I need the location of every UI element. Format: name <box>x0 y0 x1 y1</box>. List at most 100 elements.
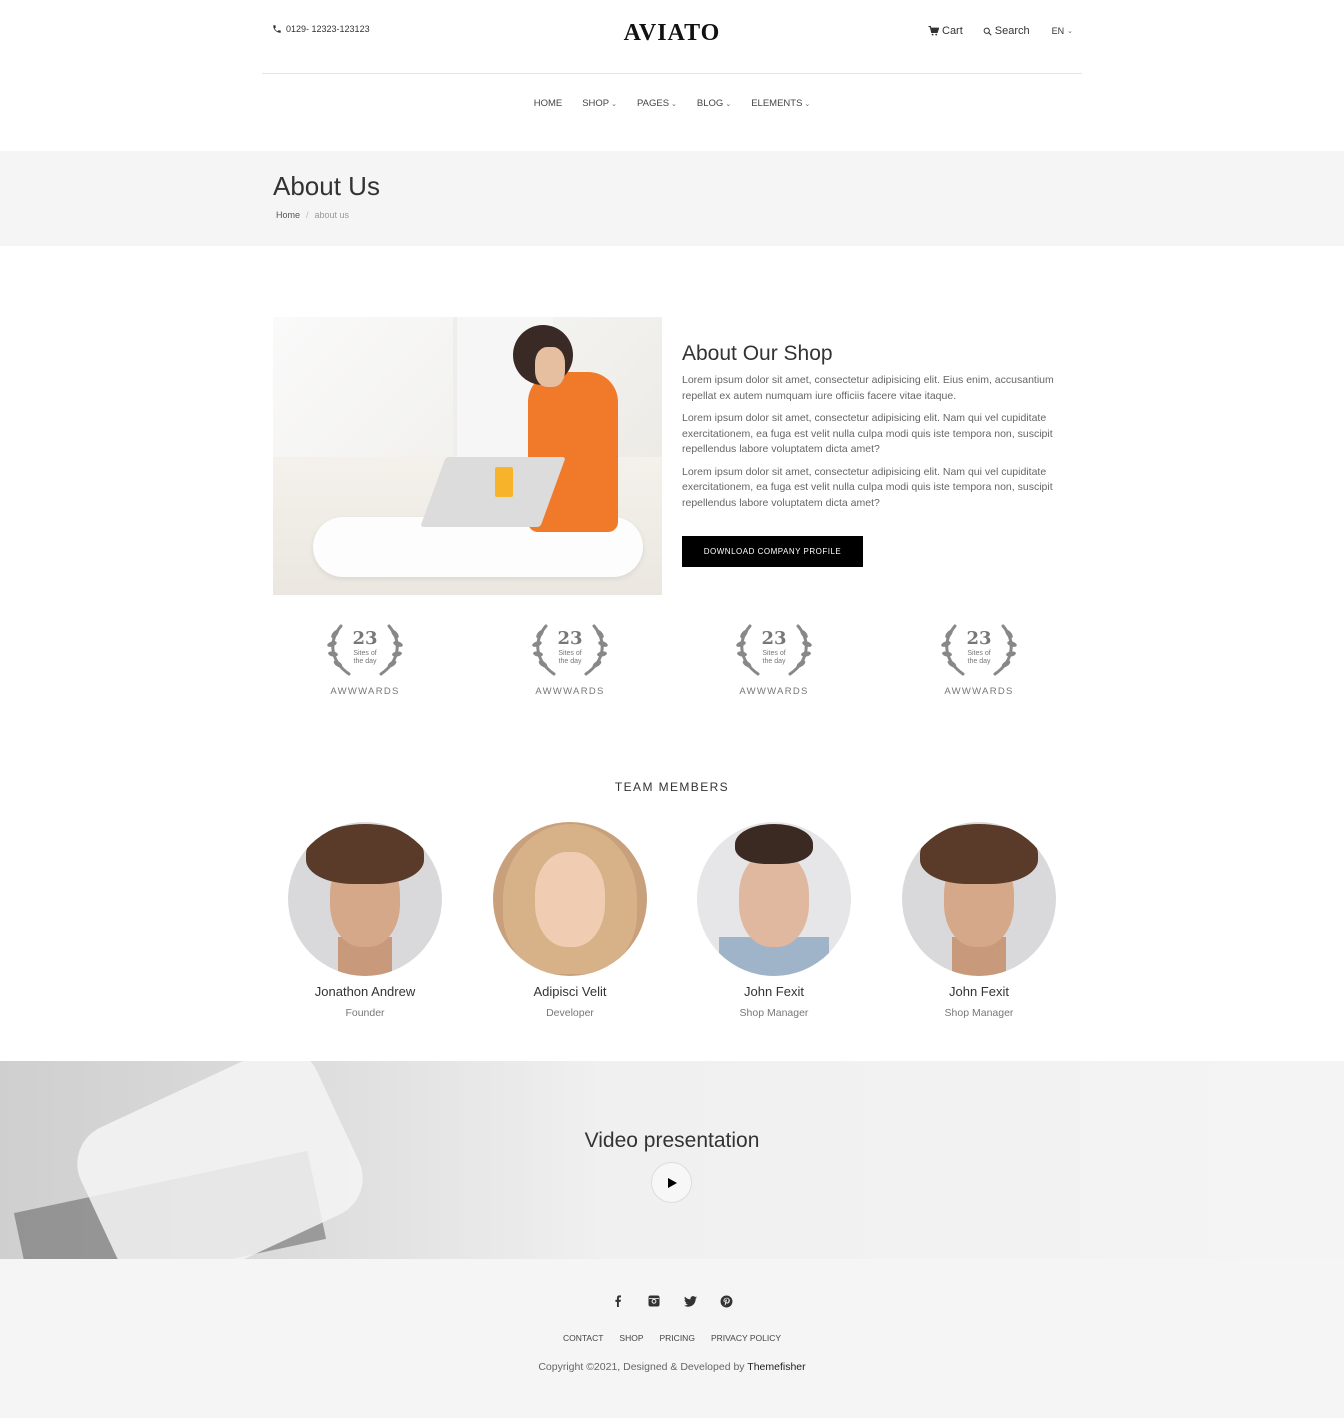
award-caption-line: Sites of <box>762 650 786 657</box>
avatar <box>697 822 851 976</box>
nav-label: PAGES <box>637 98 670 109</box>
about-paragraph: Lorem ipsum dolor sit amet, consectetur … <box>682 374 1054 402</box>
top-header: 0129- 12323-123123 AVIATO Cart Search EN… <box>0 0 1344 74</box>
award-caption-line: Sites of <box>967 650 991 657</box>
team-member-card: Adipisci Velit Developer <box>490 822 650 1019</box>
avatar <box>493 822 647 976</box>
instagram-icon[interactable] <box>646 1293 662 1309</box>
about-content: About Our Shop Lorem ipsum dolor sit ame… <box>682 342 1077 518</box>
member-role: Founder <box>345 1007 385 1019</box>
award-label: AWWWARDS <box>535 686 605 697</box>
award-caption: Sites of the day <box>532 650 608 666</box>
award-number: 23 <box>352 628 378 649</box>
nav-item-elements[interactable]: ELEMENTS ⌄ <box>751 98 810 109</box>
chevron-down-icon: ⌄ <box>804 100 811 108</box>
award-badge: 23 Sites of the day AWWWARDS <box>520 620 620 697</box>
nav-label: SHOP <box>582 98 610 109</box>
team-member-card: John Fexit Shop Manager <box>694 822 854 1019</box>
chevron-down-icon: ⌄ <box>671 100 677 108</box>
nav-label: ELEMENTS <box>751 98 803 109</box>
laurel-icon: 23 Sites of the day <box>532 620 608 678</box>
site-footer: CONTACT SHOP PRICING PRIVACY POLICY Copy… <box>0 1259 1344 1418</box>
member-name: Adipisci Velit <box>533 984 607 999</box>
video-section: Video presentation <box>0 1061 1344 1259</box>
award-label: AWWWARDS <box>944 686 1014 697</box>
award-number: 23 <box>966 628 992 649</box>
award-caption-line: the day <box>967 658 991 665</box>
about-title: About Our Shop <box>682 342 833 365</box>
nav-item-pages[interactable]: PAGES ⌄ <box>637 98 677 109</box>
site-logo[interactable]: AVIATO <box>0 20 1344 47</box>
footer-link-contact[interactable]: CONTACT <box>563 1333 603 1343</box>
about-paragraph: Lorem ipsum dolor sit amet, consectetur … <box>682 465 1053 509</box>
facebook-icon[interactable] <box>610 1293 626 1309</box>
award-caption: Sites of the day <box>941 650 1017 666</box>
award-label: AWWWARDS <box>330 686 400 697</box>
video-title: Video presentation <box>584 1129 760 1152</box>
avatar <box>902 822 1056 976</box>
copyright-prefix: Copyright ©2021, Designed & Developed by <box>538 1361 748 1373</box>
award-caption-line: the day <box>353 658 377 665</box>
download-profile-button[interactable]: DOWNLOAD COMPANY PROFILE <box>682 536 863 567</box>
breadcrumb-home[interactable]: Home <box>276 210 300 220</box>
award-number: 23 <box>557 628 583 649</box>
cart-link[interactable]: Cart <box>928 25 963 37</box>
award-caption-line: the day <box>558 658 582 665</box>
cart-label: Cart <box>942 25 963 37</box>
pinterest-icon[interactable] <box>718 1293 734 1309</box>
award-caption-line: Sites of <box>353 650 377 657</box>
laurel-icon: 23 Sites of the day <box>736 620 812 678</box>
award-badge: 23 Sites of the day AWWWARDS <box>724 620 824 697</box>
language-selector[interactable]: EN ⌄ <box>1052 26 1073 36</box>
language-label: EN <box>1051 26 1065 36</box>
laurel-icon: 23 Sites of the day <box>327 620 403 678</box>
social-links <box>0 1293 1344 1309</box>
about-image <box>273 317 662 595</box>
chevron-down-icon: ⌄ <box>611 100 618 108</box>
award-caption: Sites of the day <box>736 650 812 666</box>
member-name: John Fexit <box>949 984 1009 999</box>
footer-links: CONTACT SHOP PRICING PRIVACY POLICY <box>0 1333 1344 1343</box>
search-icon <box>983 27 992 36</box>
header-actions: Cart Search EN ⌄ <box>928 25 1073 37</box>
breadcrumb: Home / about us <box>276 210 349 220</box>
laurel-icon: 23 Sites of the day <box>941 620 1017 678</box>
main-nav: HOME SHOP ⌄ PAGES ⌄ BLOG ⌄ ELEMENTS ⌄ <box>0 98 1344 109</box>
team-heading: TEAM MEMBERS <box>614 780 730 794</box>
team-member-card: Jonathon Andrew Founder <box>285 822 445 1019</box>
page-title: About Us <box>273 171 380 201</box>
chevron-down-icon: ⌄ <box>725 100 732 108</box>
copyright-brand-link[interactable]: Themefisher <box>747 1361 805 1373</box>
header-divider <box>262 73 1082 74</box>
nav-item-blog[interactable]: BLOG ⌄ <box>697 98 731 109</box>
nav-label: HOME <box>533 98 563 109</box>
footer-link-pricing[interactable]: PRICING <box>660 1333 695 1343</box>
page-header-band: About Us Home / about us <box>0 151 1344 246</box>
footer-link-privacy[interactable]: PRIVACY POLICY <box>711 1333 781 1343</box>
member-name: Jonathon Andrew <box>314 984 416 999</box>
cart-icon <box>928 26 939 36</box>
play-button[interactable] <box>651 1162 692 1203</box>
award-badge: 23 Sites of the day AWWWARDS <box>929 620 1029 697</box>
copyright-text: Copyright ©2021, Designed & Developed by… <box>0 1361 1344 1373</box>
breadcrumb-separator: / <box>306 210 309 220</box>
search-link[interactable]: Search <box>983 25 1030 37</box>
team-member-card: John Fexit Shop Manager <box>899 822 1059 1019</box>
award-number: 23 <box>761 628 787 649</box>
footer-link-shop[interactable]: SHOP <box>619 1333 643 1343</box>
member-role: Shop Manager <box>944 1007 1014 1019</box>
nav-label: BLOG <box>696 98 724 109</box>
play-icon <box>667 1177 677 1188</box>
member-role: Shop Manager <box>739 1007 809 1019</box>
avatar <box>288 822 442 976</box>
nav-item-shop[interactable]: SHOP ⌄ <box>582 98 617 109</box>
award-caption-line: Sites of <box>558 650 582 657</box>
award-badge: 23 Sites of the day AWWWARDS <box>315 620 415 697</box>
breadcrumb-current: about us <box>314 210 350 220</box>
award-label: AWWWARDS <box>739 686 809 697</box>
member-role: Developer <box>546 1007 594 1019</box>
twitter-icon[interactable] <box>682 1293 698 1309</box>
nav-item-home[interactable]: HOME <box>534 98 563 109</box>
about-paragraph: Lorem ipsum dolor sit amet, consectetur … <box>682 412 1053 455</box>
member-name: John Fexit <box>744 984 804 999</box>
